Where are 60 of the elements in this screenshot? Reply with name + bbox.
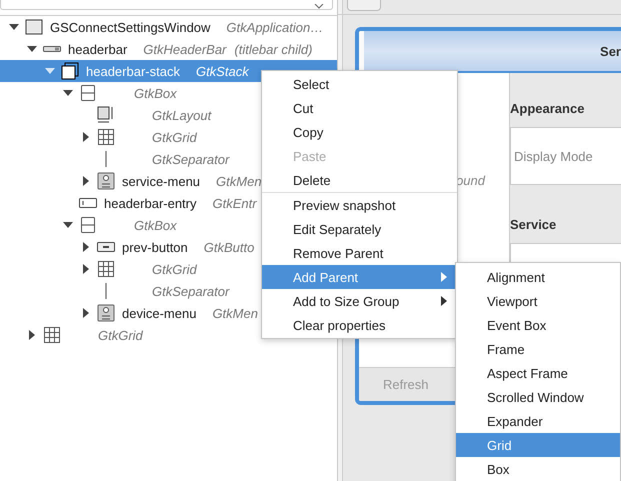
widget-note: (titlebar child) bbox=[234, 42, 312, 56]
widget-type: GtkHeaderBar bbox=[143, 42, 226, 56]
menu-item[interactable]: Add to Size Group bbox=[262, 289, 457, 313]
widget-name: headerbar bbox=[68, 42, 128, 56]
widget-type: GtkGrid bbox=[152, 130, 197, 144]
window-icon bbox=[25, 19, 43, 35]
separator-icon bbox=[105, 283, 107, 299]
menu-item[interactable]: Cut bbox=[262, 96, 457, 120]
widget-type: GtkLayout bbox=[152, 108, 212, 122]
widget-name: headerbar-entry bbox=[104, 196, 196, 210]
menu-item[interactable]: Alignment bbox=[456, 265, 620, 289]
menu-item[interactable]: Clear properties bbox=[262, 313, 457, 337]
layout-icon bbox=[97, 106, 115, 124]
menu-item[interactable]: Frame bbox=[456, 337, 620, 361]
entry-icon bbox=[79, 198, 97, 208]
grid-icon bbox=[43, 326, 61, 344]
toggle-icon bbox=[43, 45, 61, 53]
widget-name: device-menu bbox=[122, 306, 196, 320]
settings-row[interactable]: Display Mode bbox=[510, 127, 621, 185]
button-icon bbox=[97, 242, 115, 252]
widget-type: GtkEntr bbox=[212, 196, 257, 210]
menu-item[interactable]: Copy bbox=[262, 120, 457, 144]
widget-type: GtkStack bbox=[196, 64, 249, 78]
menu-item[interactable]: Remove Parent bbox=[262, 241, 457, 265]
widget-type: GtkBox bbox=[134, 86, 177, 100]
widget-type: GtkMen bbox=[212, 306, 258, 320]
header-title: Ser bbox=[600, 44, 621, 58]
widget-type: GtkGrid bbox=[152, 262, 197, 276]
section-heading: Appearance bbox=[510, 101, 586, 118]
grid-icon bbox=[97, 128, 115, 146]
menu-item[interactable]: Viewport bbox=[456, 289, 620, 313]
menu-button-icon bbox=[97, 304, 115, 322]
tree-row[interactable]: GSConnectSettingsWindow GtkApplication… bbox=[0, 16, 337, 38]
box-icon bbox=[79, 216, 97, 234]
widget-type: GtkApplication… bbox=[226, 20, 324, 34]
chevron-icon bbox=[314, 4, 324, 9]
menu-item[interactable]: Event Box bbox=[456, 313, 620, 337]
widget-type: GtkSeparator bbox=[152, 284, 230, 298]
menu-button-icon bbox=[97, 172, 115, 190]
separator-icon bbox=[105, 151, 107, 167]
widget-type: GtkBox bbox=[134, 218, 177, 232]
menu-item[interactable]: Preview snapshot bbox=[262, 193, 457, 217]
widget-name: headerbar-stack bbox=[86, 64, 180, 78]
section-heading: Service bbox=[510, 217, 558, 234]
grid-icon bbox=[97, 260, 115, 278]
menu-item[interactable]: Delete bbox=[262, 168, 457, 192]
menu-item[interactable]: Box bbox=[456, 457, 620, 481]
widget-name: prev-button bbox=[122, 240, 188, 254]
widget-name: service-menu bbox=[122, 174, 200, 188]
widget-type: GtkSeparator bbox=[152, 152, 230, 166]
widget-type: GtkMen bbox=[216, 174, 262, 188]
menu-item[interactable]: Expander bbox=[456, 409, 620, 433]
widget-type: GtkButto bbox=[204, 240, 254, 254]
stack-icon bbox=[61, 62, 79, 80]
widget-type: GtkGrid bbox=[98, 328, 143, 342]
menu-item[interactable]: Edit Separately bbox=[262, 217, 457, 241]
box-icon bbox=[79, 84, 97, 102]
widget-name: GSConnectSettingsWindow bbox=[50, 20, 210, 34]
dropdown-field[interactable] bbox=[0, 0, 333, 10]
tree-row[interactable]: headerbar GtkHeaderBar (titlebar child) bbox=[0, 38, 337, 60]
